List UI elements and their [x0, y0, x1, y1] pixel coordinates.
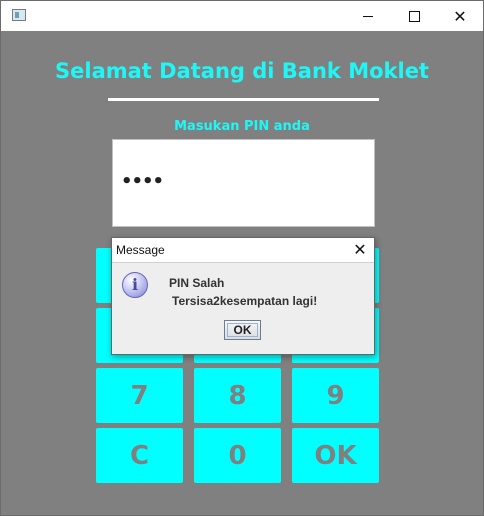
pin-value: ••••	[121, 171, 164, 192]
key-9-button[interactable]: 9	[292, 368, 379, 423]
minimize-button[interactable]	[345, 1, 391, 31]
message-dialog: Message ✕ i PIN Salah Tersisa2kesempatan…	[111, 237, 375, 355]
title-underline	[108, 98, 379, 101]
dialog-close-icon[interactable]: ✕	[350, 240, 370, 260]
app-icon	[12, 9, 26, 21]
dialog-ok-button[interactable]: OK	[224, 320, 261, 340]
close-button[interactable]: ✕	[437, 1, 483, 31]
close-icon: ✕	[453, 6, 467, 26]
pin-input[interactable]: ••••	[112, 139, 375, 227]
pin-label: Masukan PIN anda	[174, 119, 310, 134]
app-window: ✕ Selamat Datang di Bank Moklet Masukan …	[0, 0, 484, 516]
key-clear-button[interactable]: C	[96, 428, 183, 483]
dialog-title-bar[interactable]: Message ✕	[112, 238, 374, 263]
key-0-button[interactable]: 0	[194, 428, 281, 483]
key-7-button[interactable]: 7	[96, 368, 183, 423]
maximize-button[interactable]	[391, 1, 437, 31]
key-8-button[interactable]: 8	[194, 368, 281, 423]
page-title: Selamat Datang di Bank Moklet	[55, 59, 429, 83]
dialog-title: Message	[116, 243, 165, 257]
minimize-icon	[363, 15, 373, 17]
dialog-message-title: PIN Salah	[169, 276, 225, 290]
info-icon: i	[122, 272, 148, 298]
dialog-message-body: Tersisa2kesempatan lagi!	[172, 294, 318, 308]
title-bar[interactable]: ✕	[1, 1, 483, 31]
maximize-icon	[408, 10, 420, 22]
key-ok-button[interactable]: OK	[292, 428, 379, 483]
